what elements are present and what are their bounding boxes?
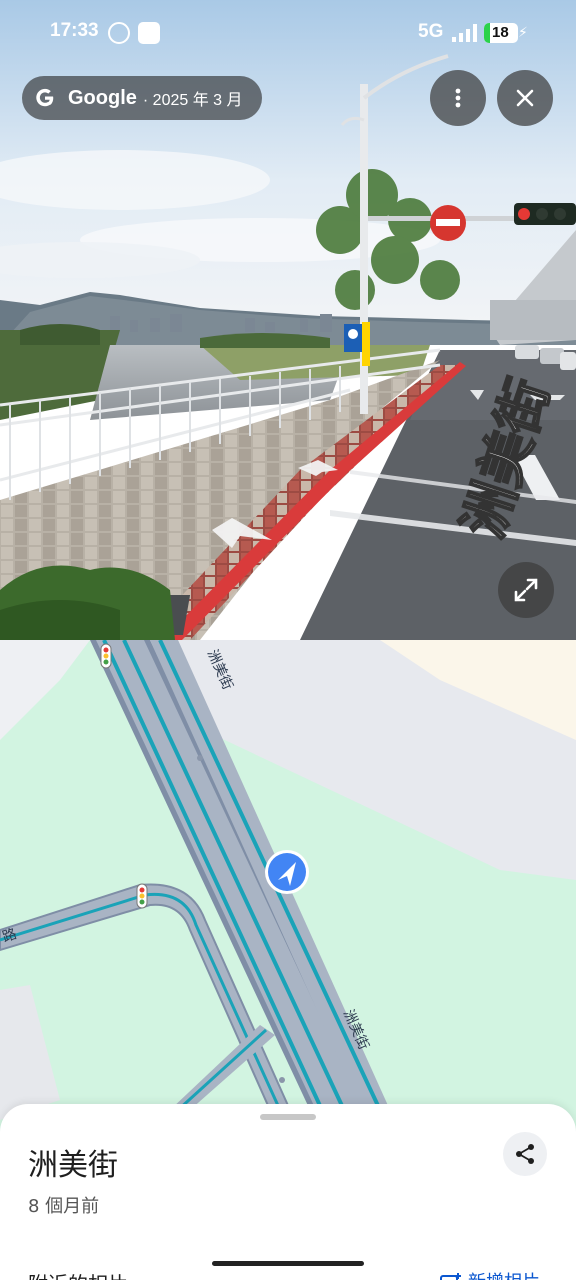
notification-app-icon [138, 22, 160, 44]
close-icon [516, 89, 534, 107]
add-photo-icon [440, 1273, 461, 1280]
google-g-icon [36, 88, 54, 107]
more-options-button[interactable] [430, 70, 486, 126]
close-button[interactable] [497, 70, 553, 126]
traffic-light-icon [136, 883, 148, 909]
place-bottom-sheet[interactable]: 洲美街 8 個月前 附近的相片 新增相片 [0, 1104, 576, 1280]
place-title: 洲美街 [28, 1148, 118, 1183]
location-arrow-icon[interactable] [265, 850, 309, 894]
status-time: 17:33 [50, 20, 99, 41]
capture-date: · 2025 年 3 月 [142, 92, 243, 109]
more-vert-icon [455, 88, 461, 108]
place-subtitle: 8 個月前 [28, 1196, 100, 1217]
nearby-photos-label: 附近的相片 [28, 1268, 128, 1280]
expand-icon [514, 578, 538, 602]
network-type: 5G [418, 21, 444, 42]
battery-icon: 18 [484, 23, 518, 43]
battery-level: 18 [492, 24, 509, 41]
add-photo-label: 新增相片 [468, 1268, 540, 1280]
charging-icon: ⚡ [518, 24, 528, 40]
add-photo-button[interactable]: 新增相片 [440, 1268, 540, 1280]
share-icon [516, 1144, 534, 1164]
share-button[interactable] [503, 1132, 547, 1176]
status-bar: 17:33 5G 18 ⚡ [0, 0, 576, 66]
street-view-panel[interactable]: 洲美街 17:33 5G 18 ⚡ Google · 2025 年 3 月 [0, 0, 576, 640]
imagery-attribution[interactable]: Google · 2025 年 3 月 [22, 76, 262, 120]
provider-name: Google [68, 86, 137, 109]
expand-button[interactable] [498, 562, 554, 618]
whatsapp-icon [108, 22, 130, 44]
drag-handle[interactable] [260, 1114, 316, 1120]
signal-icon [452, 24, 477, 42]
gesture-nav-bar[interactable] [212, 1261, 364, 1266]
traffic-light-icon [100, 643, 112, 669]
